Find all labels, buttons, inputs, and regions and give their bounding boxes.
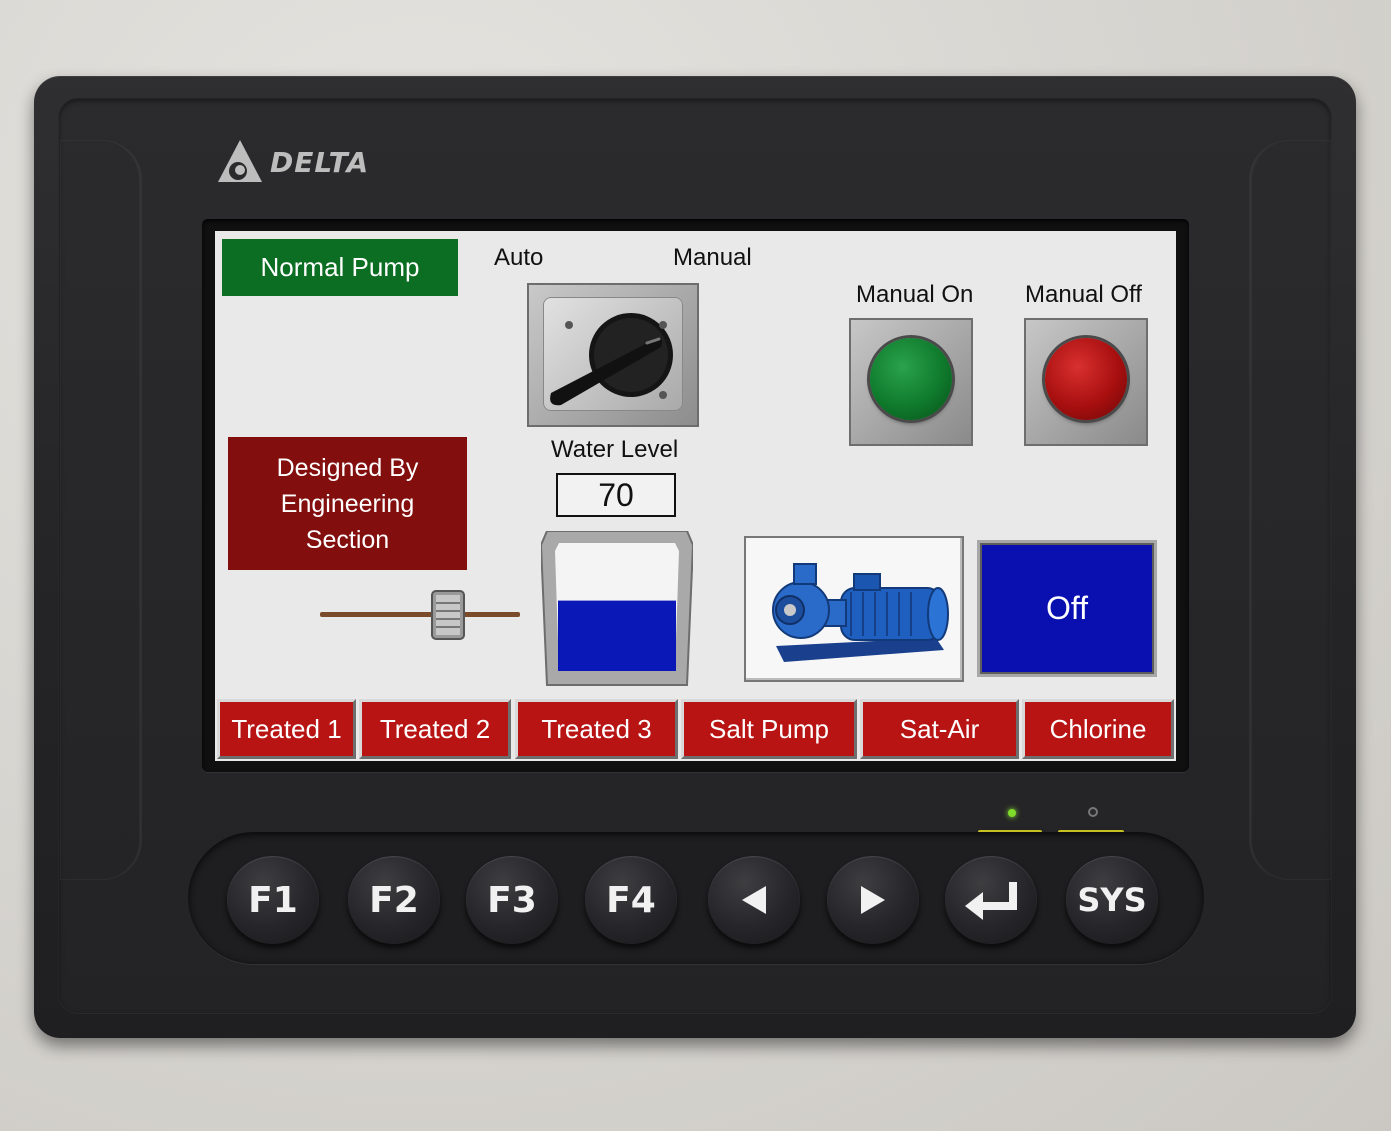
- level-slider[interactable]: [320, 585, 520, 645]
- right-arrow-icon: [861, 886, 885, 914]
- pump-status-off-button[interactable]: Off: [977, 540, 1157, 677]
- water-level-fill: [558, 600, 676, 671]
- left-grip: [60, 140, 142, 880]
- hmi-screen: Normal Pump Auto Manual Manual On Manual…: [215, 231, 1176, 761]
- f3-key[interactable]: F3: [466, 856, 558, 944]
- enter-icon: [965, 882, 1017, 920]
- delta-logo-icon: [218, 140, 262, 182]
- manual-off-label: Manual Off: [1025, 281, 1142, 308]
- bottom-navigation: Treated 1 Treated 2 Treated 3 Salt Pump …: [215, 699, 1176, 761]
- pump-image-button[interactable]: [744, 536, 964, 682]
- normal-pump-button[interactable]: Normal Pump: [222, 239, 458, 296]
- centrifugal-pump-icon: [772, 563, 949, 662]
- manual-label: Manual: [673, 244, 752, 271]
- left-arrow-icon: [742, 886, 766, 914]
- rotary-knob-icon: [550, 313, 673, 406]
- tab-salt-pump[interactable]: Salt Pump: [681, 699, 857, 759]
- designed-by-line-2: Engineering: [280, 489, 415, 518]
- brand-name: DELTA: [270, 145, 370, 179]
- water-level-label: Water Level: [551, 436, 679, 463]
- right-grip: [1249, 140, 1331, 880]
- selector-plate: [543, 297, 683, 411]
- run-led-icon: [1008, 809, 1016, 817]
- com-led-icon: [1088, 807, 1098, 817]
- water-level-value: 70: [556, 473, 676, 517]
- left-arrow-key[interactable]: [708, 856, 800, 944]
- f2-key[interactable]: F2: [348, 856, 440, 944]
- designed-by-banner: Designed By Engineering Section: [228, 437, 467, 570]
- sys-key[interactable]: SYS: [1066, 856, 1158, 944]
- tab-treated-2[interactable]: Treated 2: [359, 699, 511, 759]
- function-keypad: [188, 832, 1204, 964]
- green-pushbutton-icon: [870, 338, 952, 420]
- manual-on-label: Manual On: [856, 281, 974, 308]
- designed-by-line-1: Designed By: [276, 453, 419, 482]
- manual-off-button[interactable]: [1024, 318, 1148, 446]
- f1-key[interactable]: F1: [227, 856, 319, 944]
- auto-manual-selector-switch[interactable]: [527, 283, 699, 427]
- tab-treated-3[interactable]: Treated 3: [515, 699, 678, 759]
- tab-chlorine[interactable]: Chlorine: [1022, 699, 1174, 759]
- f4-key[interactable]: F4: [585, 856, 677, 944]
- water-tank-indicator: [541, 531, 693, 686]
- auto-label: Auto: [494, 244, 544, 271]
- enter-key[interactable]: [945, 856, 1037, 944]
- red-pushbutton-icon: [1045, 338, 1127, 420]
- tab-treated-1[interactable]: Treated 1: [217, 699, 356, 759]
- designed-by-line-3: Section: [305, 525, 390, 554]
- tab-sat-air[interactable]: Sat-Air: [860, 699, 1019, 759]
- right-arrow-key[interactable]: [827, 856, 919, 944]
- manual-on-button[interactable]: [849, 318, 973, 446]
- brand-logo: DELTA: [216, 138, 369, 186]
